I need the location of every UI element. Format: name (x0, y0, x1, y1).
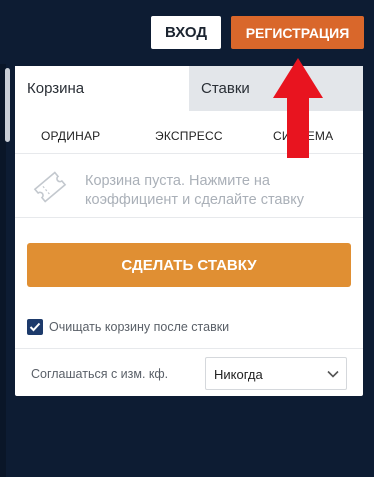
tab-label: Ставки (201, 80, 250, 97)
scrollbar-thumb[interactable] (5, 68, 10, 142)
empty-basket-message: Корзина пуста. Нажмите на коэффициент и … (15, 158, 363, 218)
clear-basket-checkbox[interactable] (27, 319, 43, 335)
odds-change-value: Никогда (214, 367, 263, 382)
clear-basket-option: Очищать корзину после ставки (27, 318, 229, 336)
odds-change-row: Соглашаться с изм. кф. Никогда (15, 348, 363, 396)
tab-label: Корзина (27, 80, 85, 97)
red-up-arrow-annotation (273, 58, 323, 158)
odds-change-select[interactable]: Никогда (205, 357, 347, 390)
bet-type-express[interactable]: ЭКСПРЕСС (155, 129, 223, 143)
register-button[interactable]: РЕГИСТРАЦИЯ (231, 16, 364, 49)
empty-basket-text: Корзина пуста. Нажмите на коэффициент и … (85, 173, 304, 208)
login-button[interactable]: ВХОД (151, 16, 221, 49)
chevron-down-icon (327, 370, 339, 378)
clear-basket-label: Очищать корзину после ставки (49, 320, 230, 334)
tab-basket[interactable]: Корзина (15, 66, 189, 111)
make-bet-button[interactable]: СДЕЛАТЬ СТАВКУ (27, 243, 351, 287)
page: ВХОД РЕГИСТРАЦИЯ Корзина Ставки ОРДИНАР … (0, 0, 374, 477)
check-icon (29, 322, 41, 332)
ticket-icon (33, 171, 67, 203)
odds-change-label: Соглашаться с изм. кф. (31, 367, 169, 381)
bet-type-single[interactable]: ОРДИНАР (41, 129, 100, 143)
